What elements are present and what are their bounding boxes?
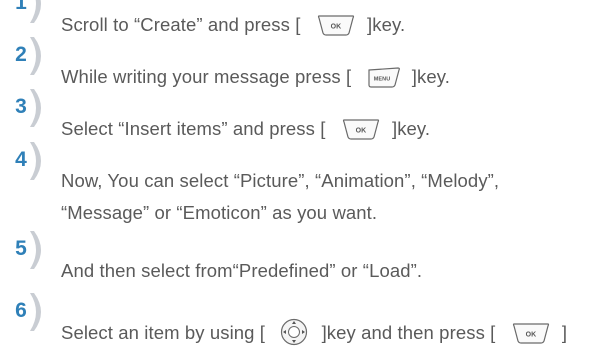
menu-key-label: MENU [373,77,390,83]
ok-key-label: OK [525,332,536,339]
ok-key-label: OK [330,24,341,31]
step-text: While writing your message press [ MENU … [61,61,450,93]
step-text-before: Select “Insert items” and press [ [61,118,326,139]
step-badge: 2 [0,35,52,77]
step-number: 3 [15,95,27,118]
step-text-after: ]key. [391,118,431,139]
step-text-line-2: “Message” or “Emoticon” as you want. [61,202,378,223]
ok-key-icon: OK [511,322,551,344]
step-badge: 6 [0,291,52,333]
step-text-before: While writing your message press [ [61,66,352,87]
step-number: 1 [15,0,27,14]
step-number: 4 [15,148,27,171]
step-text-after: ] [561,322,568,343]
step-badge: 3 [0,87,52,129]
ok-key-icon: OK [341,118,381,140]
step-text: Select “Insert items” and press [ OK ]ke… [61,113,430,145]
step-badge: 4 [0,140,52,182]
step-text-line-1: Now, You can select “Picture”, “Animatio… [61,170,500,191]
step-number: 5 [15,237,27,260]
step-text-after: ]key. [411,66,450,87]
step-text: Now, You can select “Picture”, “Animatio… [61,165,499,229]
ok-key-label: OK [355,128,366,135]
step-text-middle: ]key and then press [ [321,322,496,343]
step-number: 2 [15,43,27,66]
step-text: Select an item by using [ ]key and then … [61,317,567,349]
step-text: And then select from“Predefined” or “Loa… [61,260,423,281]
step-number: 6 [15,299,27,322]
step-text-before: Scroll to “Create” and press [ [61,14,301,35]
navigation-key-icon [280,318,308,346]
step-badge: 1 [0,0,52,25]
step-text: Scroll to “Create” and press [ OK ]key. [61,9,405,41]
step-text-before: Select an item by using [ [61,322,266,343]
step-text-after: ]key. [366,14,406,35]
menu-key-icon: MENU [367,66,401,88]
instruction-steps: 1 Scroll to “Create” and press [ OK ]key… [0,0,592,362]
ok-key-icon: OK [316,14,356,36]
step-badge: 5 [0,229,52,271]
